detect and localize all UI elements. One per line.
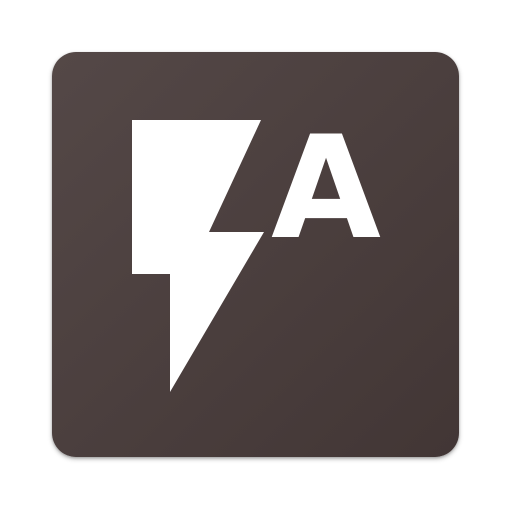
- launcher-canvas: A: [0, 0, 512, 512]
- app-icon-graphic: A: [52, 52, 459, 457]
- icon-letter-a: A: [271, 106, 381, 271]
- app-icon[interactable]: A: [52, 52, 459, 457]
- icon-background: [52, 52, 459, 457]
